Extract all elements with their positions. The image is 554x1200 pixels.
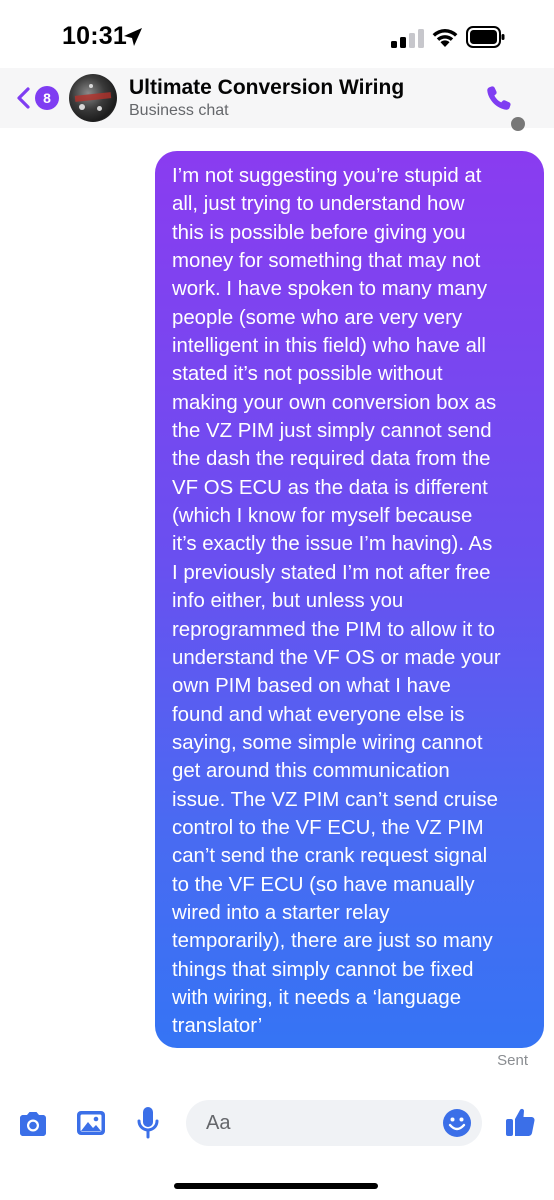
message-line: wired into a starter relay xyxy=(172,901,390,924)
message-line: understand the VF OS or made your xyxy=(172,646,501,669)
avatar-detail xyxy=(79,104,85,110)
message-line: own PIM based on what I have xyxy=(172,675,451,698)
status-bar: 10:31 xyxy=(0,0,554,72)
back-chevron-icon[interactable] xyxy=(14,86,32,110)
outgoing-message-bubble[interactable]: I’m not suggesting you’re stupid at all, … xyxy=(155,151,544,1048)
battery-icon xyxy=(466,26,505,48)
message-line: VF OS ECU as the data is different xyxy=(172,476,488,499)
message-status: Sent xyxy=(497,1052,528,1069)
message-line: (which I know for myself because xyxy=(172,505,473,528)
chat-header: 8 Ultimate Conversion Wiring Business ch… xyxy=(0,68,554,128)
message-line: issue. The VZ PIM can’t send cruise xyxy=(172,788,499,811)
cellular-signal-icon xyxy=(391,29,424,48)
message-line: found and what everyone else is xyxy=(172,703,465,726)
thumbs-up-icon[interactable] xyxy=(505,1106,537,1138)
message-line: stated it’s not possible without xyxy=(172,363,443,386)
message-line: the VZ PIM just simply cannot send xyxy=(172,420,492,443)
chat-title[interactable]: Ultimate Conversion Wiring xyxy=(129,76,404,100)
message-line: people (some who are very very xyxy=(172,306,463,329)
message-line: I’m not suggesting you’re stupid at xyxy=(172,165,482,187)
message-line: money for something that may not xyxy=(172,250,481,273)
message-line: with wiring, it needs a ‘language xyxy=(172,986,462,1009)
read-receipt-avatar xyxy=(511,117,525,131)
gallery-icon[interactable] xyxy=(76,1109,106,1137)
avatar[interactable] xyxy=(69,74,117,122)
emoji-icon[interactable] xyxy=(442,1108,472,1138)
message-line: to the VF ECU (so have manually xyxy=(172,873,475,896)
camera-icon[interactable] xyxy=(17,1110,49,1138)
message-line: this is possible before giving you xyxy=(172,221,466,244)
message-line: saying, some simple wiring cannot xyxy=(172,731,483,754)
message-line: control to the VF ECU, the VZ PIM xyxy=(172,816,484,839)
phone-call-icon[interactable] xyxy=(484,83,514,113)
message-input[interactable]: Aa xyxy=(186,1100,482,1146)
avatar-logo-band xyxy=(74,92,112,102)
message-line: temporarily), there are just so many xyxy=(172,930,493,953)
avatar-detail xyxy=(89,84,93,88)
message-line: work. I have spoken to many many xyxy=(172,278,488,301)
messenger-chat-screen: 10:31 8 Ultimate Conversion Wiring Busin… xyxy=(0,0,554,1200)
message-line: intelligent in this field) who have all xyxy=(172,335,486,358)
message-line: can’t send the crank request signal xyxy=(172,845,488,868)
message-line: making your own conversion box as xyxy=(172,391,497,414)
wifi-icon xyxy=(432,29,458,47)
message-line: I previously stated I’m not after free xyxy=(172,561,491,584)
message-line: all, just trying to understand how xyxy=(172,193,465,216)
home-indicator xyxy=(174,1183,378,1189)
message-line: get around this communication xyxy=(172,760,450,783)
message-line: it’s exactly the issue I’m having). As xyxy=(172,533,493,556)
avatar-detail xyxy=(97,106,102,111)
message-composer: Aa xyxy=(0,1090,554,1160)
message-line: things that simply cannot be fixed xyxy=(172,958,474,981)
message-line: reprogrammed the PIM to allow it to xyxy=(172,618,495,641)
microphone-icon[interactable] xyxy=(135,1106,161,1140)
message-input-placeholder: Aa xyxy=(206,1112,231,1134)
chat-subtitle: Business chat xyxy=(129,102,229,119)
message-line: info either, but unless you xyxy=(172,590,404,613)
message-line: the dash the required data from the xyxy=(172,448,491,471)
unread-count-badge[interactable]: 8 xyxy=(35,86,59,110)
location-arrow-icon xyxy=(124,28,142,46)
message-line: translator’ xyxy=(172,1015,263,1038)
status-time: 10:31 xyxy=(62,22,127,50)
